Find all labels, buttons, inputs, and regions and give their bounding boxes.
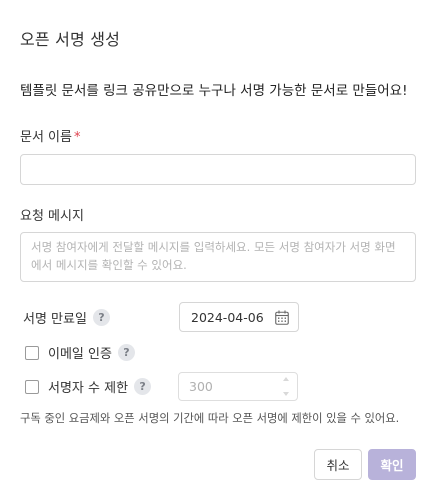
message-textarea[interactable] (20, 232, 416, 282)
plan-limit-note: 구독 중인 요금제와 오픈 서명의 기간에 따라 오픈 서명에 제한이 있을 수… (20, 412, 400, 425)
signer-limit-checkbox[interactable] (25, 379, 39, 394)
doc-name-input[interactable] (20, 154, 416, 185)
expiry-date-value: 2024-04-06 (191, 309, 264, 325)
doc-name-label-text: 문서 이름 (20, 130, 72, 145)
signer-limit-label: 서명자 수 제한 (48, 381, 129, 396)
calendar-icon[interactable] (275, 310, 289, 325)
message-label: 요청 메시지 (20, 209, 84, 224)
doc-name-label: 문서 이름 * (20, 126, 80, 145)
cancel-button[interactable]: 취소 (314, 449, 362, 480)
signer-limit-row[interactable]: 서명자 수 제한 ? (25, 377, 152, 396)
signer-limit-value: 300 (189, 379, 213, 394)
expiry-date-input[interactable]: 2024-04-06 (179, 302, 299, 332)
expiry-help-icon[interactable]: ? (92, 309, 110, 326)
required-mark: * (73, 130, 81, 145)
email-auth-checkbox[interactable] (25, 345, 39, 360)
stepper-up-icon[interactable] (283, 377, 289, 381)
expiry-row: 서명 만료일 ? (23, 308, 110, 327)
open-sign-dialog: 오픈 서명 생성 템플릿 문서를 링크 공유만으로 누구나 서명 가능한 문서로… (0, 0, 435, 501)
email-auth-row[interactable]: 이메일 인증 ? (25, 343, 135, 362)
signer-limit-help-icon[interactable]: ? (134, 378, 152, 395)
expiry-label: 서명 만료일 (23, 312, 87, 327)
dialog-intro: 템플릿 문서를 링크 공유만으로 누구나 서명 가능한 문서로 만들어요! (20, 83, 408, 99)
confirm-button[interactable]: 확인 (368, 449, 416, 480)
dialog-title: 오픈 서명 생성 (20, 30, 121, 49)
signer-limit-input[interactable]: 300 (178, 372, 298, 401)
stepper-down-icon[interactable] (283, 392, 289, 396)
email-auth-help-icon[interactable]: ? (117, 344, 135, 361)
email-auth-label: 이메일 인증 (48, 347, 112, 362)
number-stepper[interactable] (283, 377, 291, 396)
